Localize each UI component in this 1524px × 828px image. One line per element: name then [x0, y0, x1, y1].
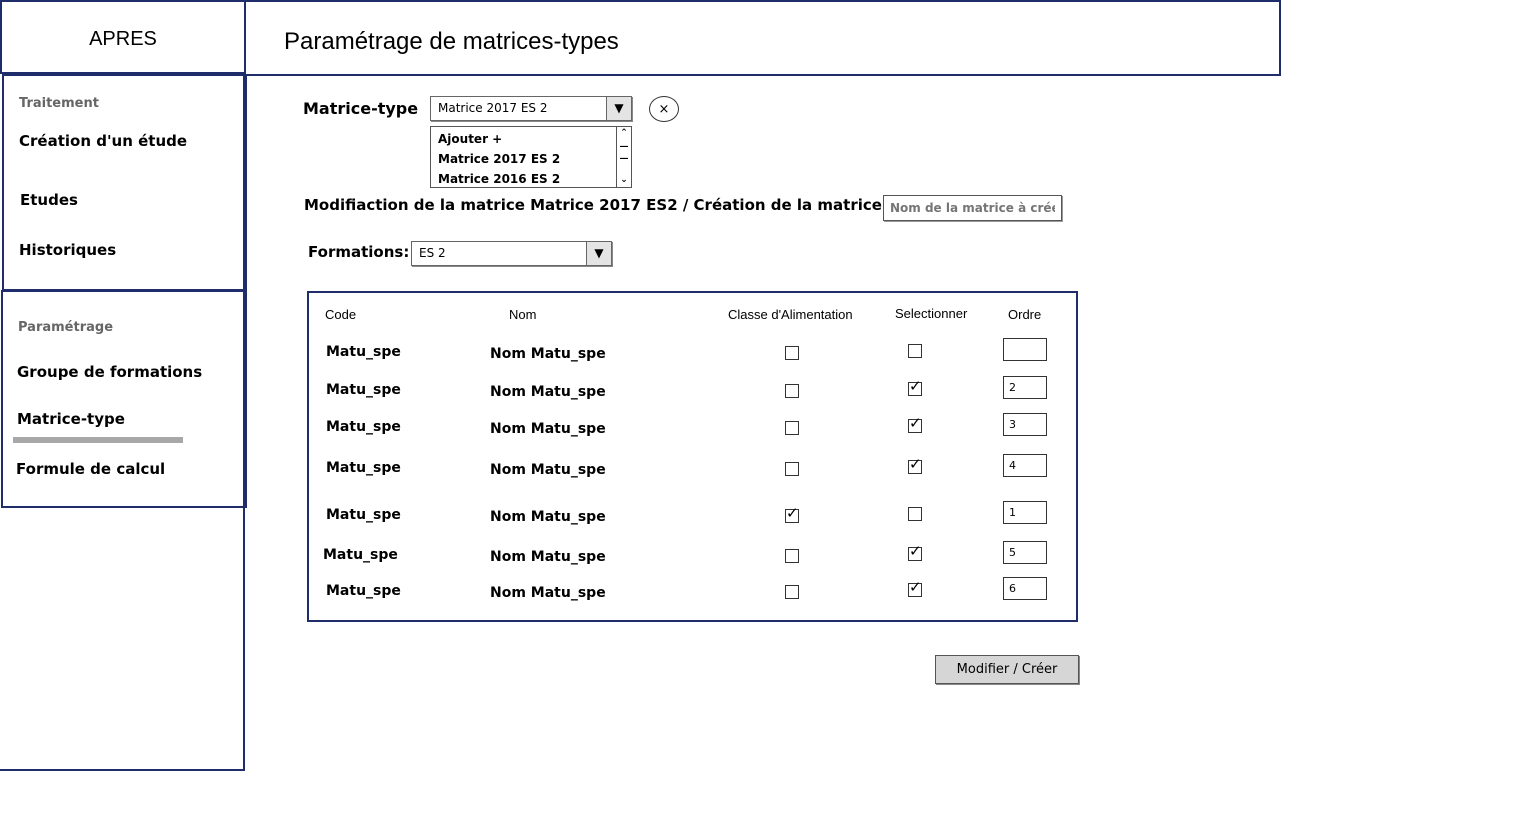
matrice-type-selected-value: Matrice 2017 ES 2 [438, 101, 548, 115]
page-title: Paramétrage de matrices-types [284, 28, 619, 55]
sidebar-section-parametrage: Paramétrage Groupe de formations Matrice… [1, 290, 247, 508]
sidebar-item-formule-calcul[interactable]: Formule de calcul [16, 460, 165, 478]
checkbox-selectionner[interactable] [908, 377, 922, 396]
column-header-ordre: Ordre [1008, 307, 1042, 322]
ordre-input[interactable] [1003, 376, 1047, 399]
checkbox-selectionner[interactable] [908, 507, 922, 521]
formations-select[interactable]: ES 2 ▼ [411, 241, 612, 266]
checkbox-classe-alimentation[interactable] [785, 504, 799, 523]
ordre-input[interactable] [1003, 413, 1047, 436]
cell-nom: Nom Matu_spe [490, 509, 606, 525]
cell-code: Matu_spe [326, 419, 401, 435]
cell-nom: Nom Matu_spe [490, 384, 606, 400]
scrollbar-grip-icon[interactable]: — [617, 143, 631, 152]
checkbox-selectionner[interactable] [908, 578, 922, 597]
cell-nom: Nom Matu_spe [490, 549, 606, 565]
ordre-input[interactable] [1003, 501, 1047, 524]
cell-code: Matu_spe [326, 507, 401, 523]
option-matrice-2016[interactable]: Matrice 2016 ES 2 [438, 172, 560, 186]
checkbox-selectionner[interactable] [908, 344, 922, 358]
scrollbar-grip-icon[interactable]: — [617, 155, 631, 164]
sidebar-item-matrice-type[interactable]: Matrice-type [17, 410, 125, 428]
sidebar-heading-parametrage: Paramétrage [18, 320, 114, 335]
cell-nom: Nom Matu_spe [490, 346, 606, 362]
active-item-indicator [13, 437, 183, 443]
scroll-down-icon[interactable]: ⌄ [617, 176, 631, 185]
dropdown-arrow-icon[interactable]: ▼ [606, 97, 631, 120]
checkbox-selectionner[interactable] [908, 455, 922, 474]
ordre-input[interactable] [1003, 577, 1047, 600]
close-button[interactable]: × [649, 96, 679, 122]
checkbox-classe-alimentation[interactable] [785, 462, 799, 476]
ordre-input[interactable] [1003, 541, 1047, 564]
list-scrollbar[interactable]: ⌃ — — ⌄ [616, 127, 631, 187]
option-ajouter[interactable]: Ajouter + [438, 132, 502, 146]
cell-code: Matu_spe [326, 382, 401, 398]
checkbox-classe-alimentation[interactable] [785, 421, 799, 435]
app-title: APRES [89, 28, 157, 50]
column-header-nom: Nom [509, 307, 537, 322]
ordre-input[interactable] [1003, 338, 1047, 361]
matrice-type-options-list[interactable]: Ajouter + Matrice 2017 ES 2 Matrice 2016… [430, 126, 632, 188]
matrix-table: Code Nom Classe d'Alimentation Selection… [307, 291, 1078, 622]
checkbox-classe-alimentation[interactable] [785, 549, 799, 563]
app-logo-box: APRES [0, 0, 246, 74]
column-header-classe: Classe d'Alimentation [728, 307, 853, 322]
checkbox-selectionner[interactable] [908, 414, 922, 433]
column-header-code: Code [325, 307, 357, 322]
formations-label: Formations: [308, 243, 410, 261]
cell-nom: Nom Matu_spe [490, 421, 606, 437]
cell-code: Matu_spe [326, 344, 401, 360]
column-header-selectionner: Selectionner [895, 306, 968, 321]
matrice-type-label: Matrice-type [303, 99, 419, 118]
modification-label: Modifiaction de la matrice Matrice 2017 … [304, 196, 882, 214]
cell-nom: Nom Matu_spe [490, 585, 606, 601]
checkbox-classe-alimentation[interactable] [785, 346, 799, 360]
checkbox-selectionner[interactable] [908, 542, 922, 561]
new-matrix-name-input[interactable] [883, 195, 1062, 221]
sidebar-heading-traitement: Traitement [19, 96, 99, 111]
cell-nom: Nom Matu_spe [490, 462, 606, 478]
checkbox-classe-alimentation[interactable] [785, 585, 799, 599]
cell-code: Matu_spe [326, 460, 401, 476]
sidebar-item-etudes[interactable]: Etudes [20, 191, 78, 209]
sidebar-item-historiques[interactable]: Historiques [19, 241, 116, 259]
sidebar-section-traitement: Traitement Création d'un étude Etudes Hi… [2, 74, 247, 291]
formations-selected-value: ES 2 [419, 246, 446, 260]
sidebar-item-creation-etude[interactable]: Création d'un étude [19, 132, 187, 150]
matrice-type-select[interactable]: Matrice 2017 ES 2 ▼ [430, 96, 632, 121]
modify-create-button[interactable]: Modifier / Créer [935, 655, 1079, 684]
option-matrice-2017[interactable]: Matrice 2017 ES 2 [438, 152, 560, 166]
cell-code: Matu_spe [326, 583, 401, 599]
ordre-input[interactable] [1003, 454, 1047, 477]
cell-code: Matu_spe [323, 547, 398, 563]
scroll-up-icon[interactable]: ⌃ [617, 129, 631, 138]
sidebar-item-groupe-formations[interactable]: Groupe de formations [17, 363, 202, 381]
dropdown-arrow-icon[interactable]: ▼ [586, 242, 611, 265]
checkbox-classe-alimentation[interactable] [785, 384, 799, 398]
page-header: Paramétrage de matrices-types [244, 0, 1281, 76]
